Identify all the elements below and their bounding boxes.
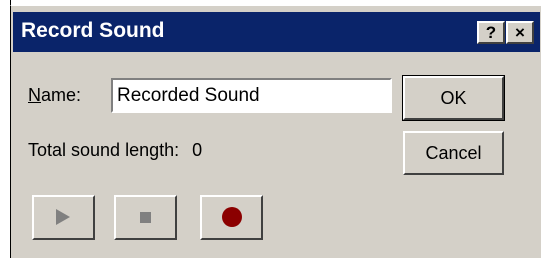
help-icon: ?: [485, 23, 497, 42]
ok-button[interactable]: OK: [402, 75, 505, 121]
close-button[interactable]: ×: [506, 21, 534, 44]
name-input[interactable]: [111, 78, 392, 113]
title-bar[interactable]: Record Sound ? ×: [13, 12, 540, 52]
name-label-text: ame:: [41, 85, 82, 105]
stop-icon: [140, 212, 151, 223]
sound-length-row: Total sound length: 0: [28, 140, 202, 161]
name-label-accelerator: N: [28, 85, 41, 105]
window-title: Record Sound: [21, 19, 165, 42]
play-button[interactable]: [32, 195, 95, 240]
record-sound-dialog: Record Sound ? × Name: Total sound lengt…: [10, 5, 541, 258]
help-button[interactable]: ?: [477, 21, 505, 44]
cancel-button[interactable]: Cancel: [403, 131, 504, 175]
sound-length-value: 0: [192, 140, 203, 160]
stop-button[interactable]: [114, 195, 177, 240]
sound-length-label: Total sound length:: [28, 140, 180, 160]
play-icon: [56, 209, 70, 225]
close-icon: ×: [515, 23, 525, 42]
record-button[interactable]: [200, 195, 263, 240]
name-label: Name:: [28, 85, 81, 106]
record-icon: [222, 207, 242, 227]
